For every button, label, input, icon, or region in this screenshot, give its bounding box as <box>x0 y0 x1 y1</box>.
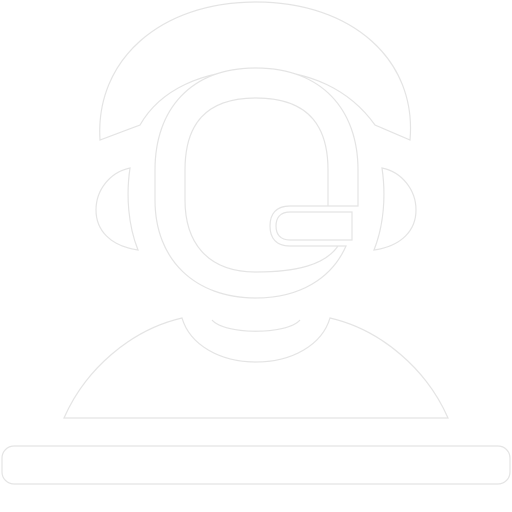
head-icon <box>154 67 359 299</box>
shoulders-icon <box>63 317 449 419</box>
earcup-right-icon <box>373 167 417 251</box>
neck-icon <box>211 319 301 332</box>
customer-support-agent-icon <box>1 1 511 485</box>
desk-icon <box>1 445 511 485</box>
earcup-left-icon <box>95 167 139 251</box>
icon-canvas <box>0 0 512 512</box>
microphone-icon <box>275 211 353 241</box>
